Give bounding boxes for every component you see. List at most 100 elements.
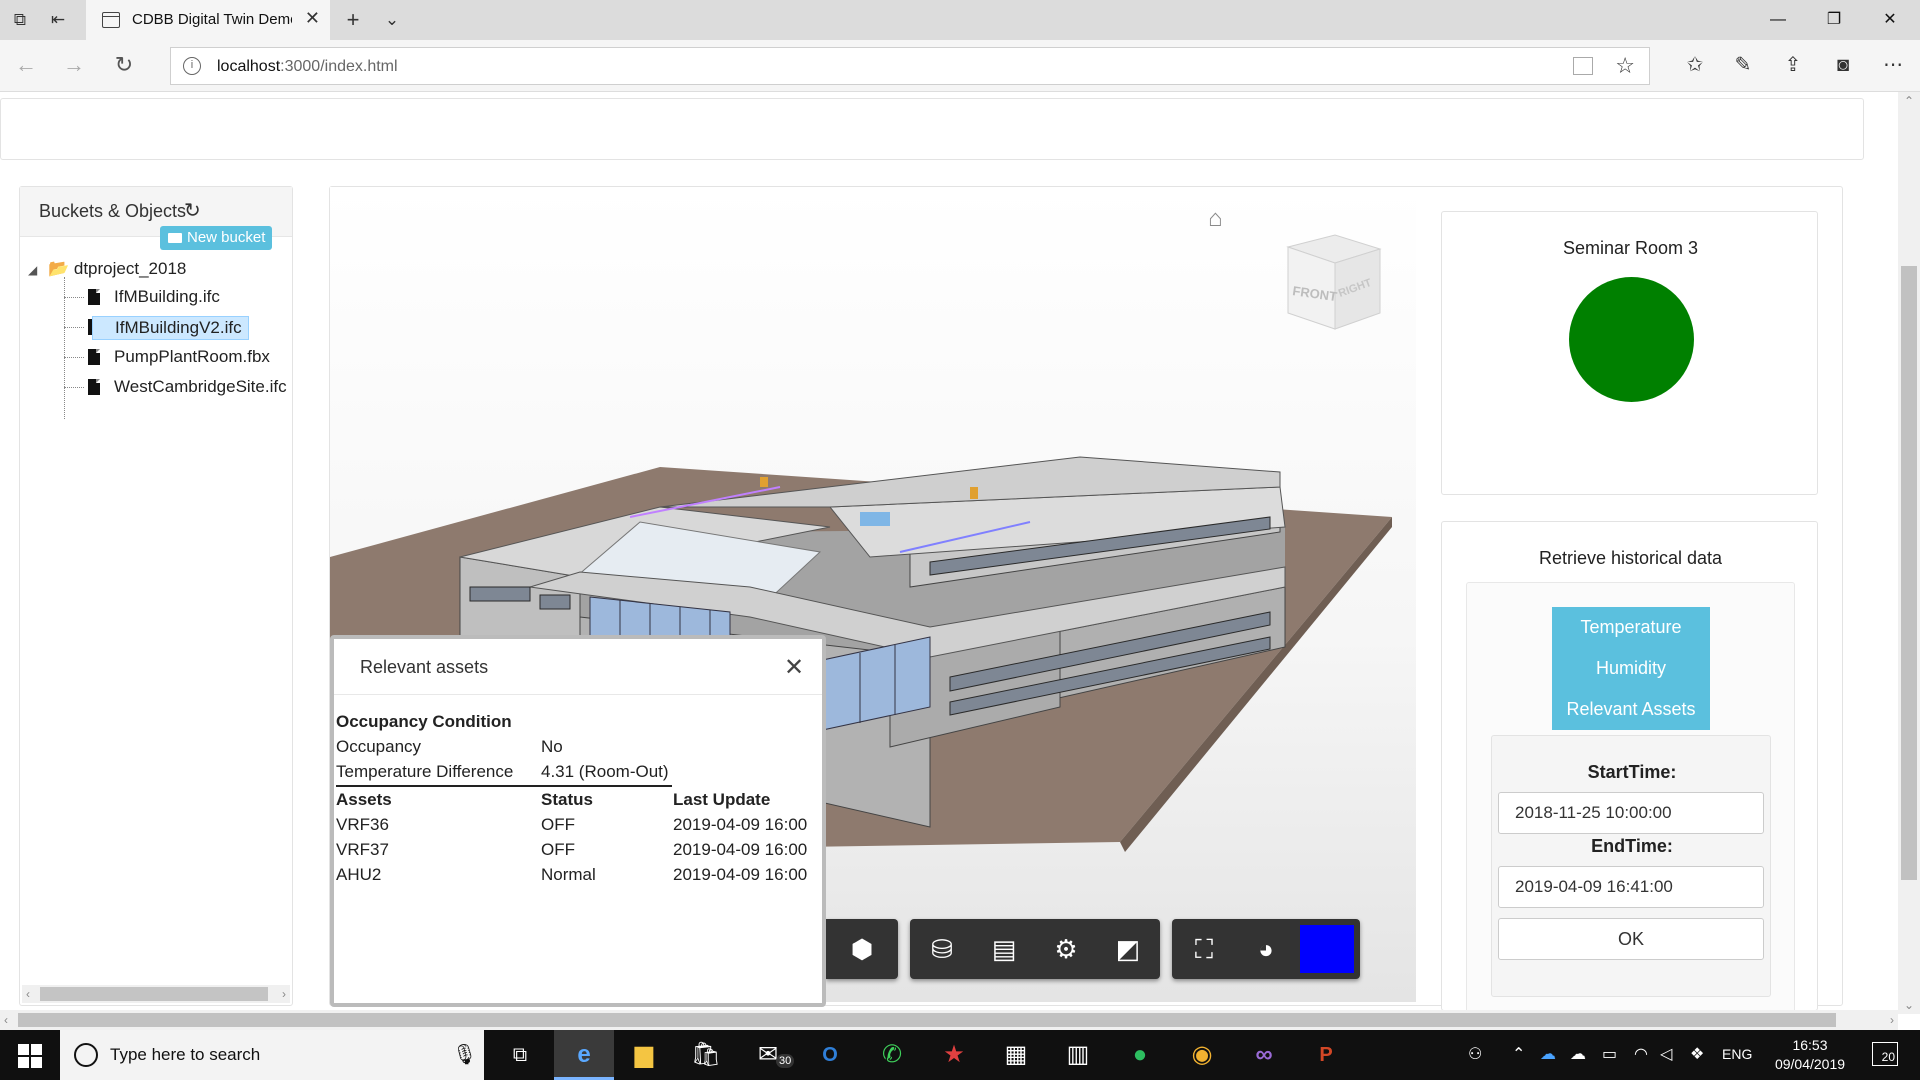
scroll-thumb[interactable] [1901, 266, 1917, 880]
start-time-input[interactable] [1498, 792, 1764, 834]
outlook-icon[interactable]: O [800, 1030, 860, 1080]
forward-icon[interactable]: → [60, 52, 88, 80]
chrome-icon[interactable]: ◉ [1172, 1030, 1232, 1080]
refresh-icon[interactable]: ↻ [184, 198, 201, 223]
new-tab-icon[interactable]: + [341, 8, 365, 32]
back-icon[interactable]: ← [12, 52, 40, 80]
fit-view-icon[interactable]: ⛶ [1186, 931, 1222, 967]
fullscreen-icon[interactable]: ◩ [1110, 931, 1146, 967]
site-info-icon[interactable]: i [183, 57, 201, 75]
calculator-icon[interactable]: ▦ [986, 1030, 1046, 1080]
ok-button[interactable]: OK [1498, 918, 1764, 960]
show-hidden-icons-icon[interactable]: ⌃ [1512, 1044, 1525, 1064]
language-indicator[interactable]: ENG [1722, 1046, 1752, 1062]
share-icon[interactable]: ⇪ [1778, 50, 1808, 80]
folder-icon [168, 233, 182, 243]
table-header: Assets Status Last Update [336, 788, 820, 812]
store-icon[interactable]: 🛍 [676, 1030, 736, 1080]
asset-last-update: 2019-04-09 16:00 [673, 840, 808, 859]
visual-studio-icon[interactable]: ∞ [1234, 1030, 1294, 1080]
scroll-thumb[interactable] [18, 1013, 1836, 1027]
people-icon[interactable]: ⚇ [1468, 1044, 1482, 1064]
favorites-list-icon[interactable]: ✩ [1680, 50, 1710, 80]
assets-panel-title: Relevant assets [360, 657, 489, 677]
star-app-icon[interactable]: ★ [924, 1030, 984, 1080]
reading-view-icon[interactable] [1573, 57, 1593, 75]
evernote-icon[interactable]: ● [1110, 1030, 1170, 1080]
pocket-icon[interactable]: ◙ [1828, 50, 1858, 80]
set-aside-tabs-icon[interactable]: ⇤ [46, 8, 70, 32]
color-swatch[interactable] [1300, 925, 1354, 973]
close-icon[interactable]: ✕ [784, 653, 804, 682]
temperature-button[interactable]: Temperature [1552, 607, 1710, 648]
page-header-bar [0, 98, 1864, 160]
start-time-label: StartTime: [1587, 762, 1677, 782]
file-explorer-icon[interactable]: ▆ [614, 1030, 674, 1080]
model-box-icon[interactable]: ⬢ [844, 931, 880, 967]
end-time-input[interactable] [1498, 866, 1764, 908]
windows-start-icon[interactable] [18, 1044, 42, 1068]
onedrive-icon[interactable]: ☁ [1540, 1044, 1556, 1064]
pen-icon[interactable]: ✎ [1728, 50, 1758, 80]
volume-icon[interactable]: ◁ [1660, 1044, 1672, 1064]
powerpoint-icon[interactable]: P [1296, 1030, 1356, 1080]
tree-file-label: PumpPlantRoom.fbx [114, 347, 270, 366]
occupancy-label: Occupancy [336, 737, 422, 756]
viewer-toolbar-group-2: ⛁ ▤ ⚙ ◩ [910, 919, 1160, 979]
refresh-page-icon[interactable]: ↻ [110, 52, 138, 80]
model-browser-icon[interactable]: ⛁ [924, 931, 960, 967]
calendar-icon[interactable]: ▥ [1048, 1030, 1108, 1080]
home-icon[interactable]: ⌂ [1208, 205, 1223, 233]
minimize-icon[interactable]: — [1758, 6, 1798, 34]
dashboard-gauge-icon[interactable]: ◕ [1248, 931, 1284, 967]
task-view-icon[interactable]: ⧉ [490, 1030, 550, 1080]
assets-panel-header: Relevant assets ✕ [334, 639, 822, 695]
close-tab-icon[interactable]: ✕ [305, 8, 320, 29]
asset-last-update: 2019-04-09 16:00 [673, 865, 808, 884]
properties-icon[interactable]: ▤ [986, 931, 1022, 967]
cortana-icon [74, 1043, 98, 1067]
new-bucket-label: New bucket [187, 229, 266, 246]
wifi-icon[interactable]: ◠ [1634, 1044, 1648, 1064]
taskbar-clock[interactable]: 16:53 09/04/2019 [1770, 1036, 1850, 1074]
buckets-panel-title: Buckets & Objects [39, 201, 187, 221]
onedrive-personal-icon[interactable]: ☁ [1570, 1044, 1586, 1064]
tab-active[interactable]: CDBB Digital Twin Demo ✕ [86, 0, 330, 40]
edge-browser-icon[interactable]: e [554, 1030, 614, 1080]
tree-horizontal-scrollbar[interactable]: ‹ › [22, 985, 290, 1003]
close-window-icon[interactable]: ✕ [1870, 6, 1910, 34]
page-icon [102, 12, 120, 28]
notification-count: 20 [1881, 1050, 1895, 1064]
folder-open-icon: 📂 [47, 259, 70, 278]
favorite-star-icon[interactable]: ☆ [1615, 53, 1635, 79]
page-vertical-scrollbar[interactable]: ⌃ ⌄ [1898, 92, 1920, 1014]
browser-nav-bar: ← → ↻ i localhost:3000/index.html ☆ ✩ ✎ … [0, 40, 1920, 92]
whatsapp-icon[interactable]: ✆ [862, 1030, 922, 1080]
restore-icon[interactable]: ❐ [1814, 6, 1854, 34]
tree-root-bucket[interactable]: ◢ 📂 dtproject_2018 [28, 259, 186, 279]
address-bar[interactable]: i localhost:3000/index.html ☆ [170, 47, 1650, 85]
scroll-thumb[interactable] [40, 987, 268, 1001]
tab-manager-icon[interactable]: ⧉ [8, 8, 32, 32]
more-icon[interactable]: ⋯ [1878, 50, 1908, 80]
history-panel-inner: Temperature Humidity Relevant Assets Sta… [1466, 582, 1795, 1022]
relevant-assets-button[interactable]: Relevant Assets [1552, 689, 1710, 730]
dropbox-icon[interactable]: ❖ [1690, 1044, 1704, 1064]
room-name: Seminar Room 3 [1562, 238, 1699, 258]
humidity-button[interactable]: Humidity [1552, 648, 1710, 689]
taskbar-search-box[interactable]: Type here to search 🎙 [60, 1030, 484, 1080]
viewcube[interactable]: FRONT RIGHT [1280, 227, 1390, 337]
tab-preview-chevron-icon[interactable]: ⌄ [380, 8, 404, 32]
microphone-icon[interactable]: 🎙 [452, 1042, 477, 1067]
tree-file-label: WestCambridgeSite.ifc [114, 377, 287, 396]
address-text[interactable]: localhost:3000/index.html [217, 58, 398, 76]
page-horizontal-scrollbar[interactable]: ‹ › [0, 1010, 1898, 1030]
settings-icon[interactable]: ⚙ [1048, 931, 1084, 967]
asset-status: Normal [541, 865, 596, 884]
battery-icon[interactable]: ▭ [1602, 1044, 1617, 1064]
mail-icon[interactable]: ✉ 30 [738, 1030, 798, 1080]
notification-center-icon[interactable]: 20 [1872, 1042, 1898, 1066]
new-bucket-button[interactable]: New bucket [160, 226, 272, 250]
asset-last-update: 2019-04-09 16:00 [673, 815, 808, 834]
collapse-toggle-icon[interactable]: ◢ [28, 263, 37, 277]
